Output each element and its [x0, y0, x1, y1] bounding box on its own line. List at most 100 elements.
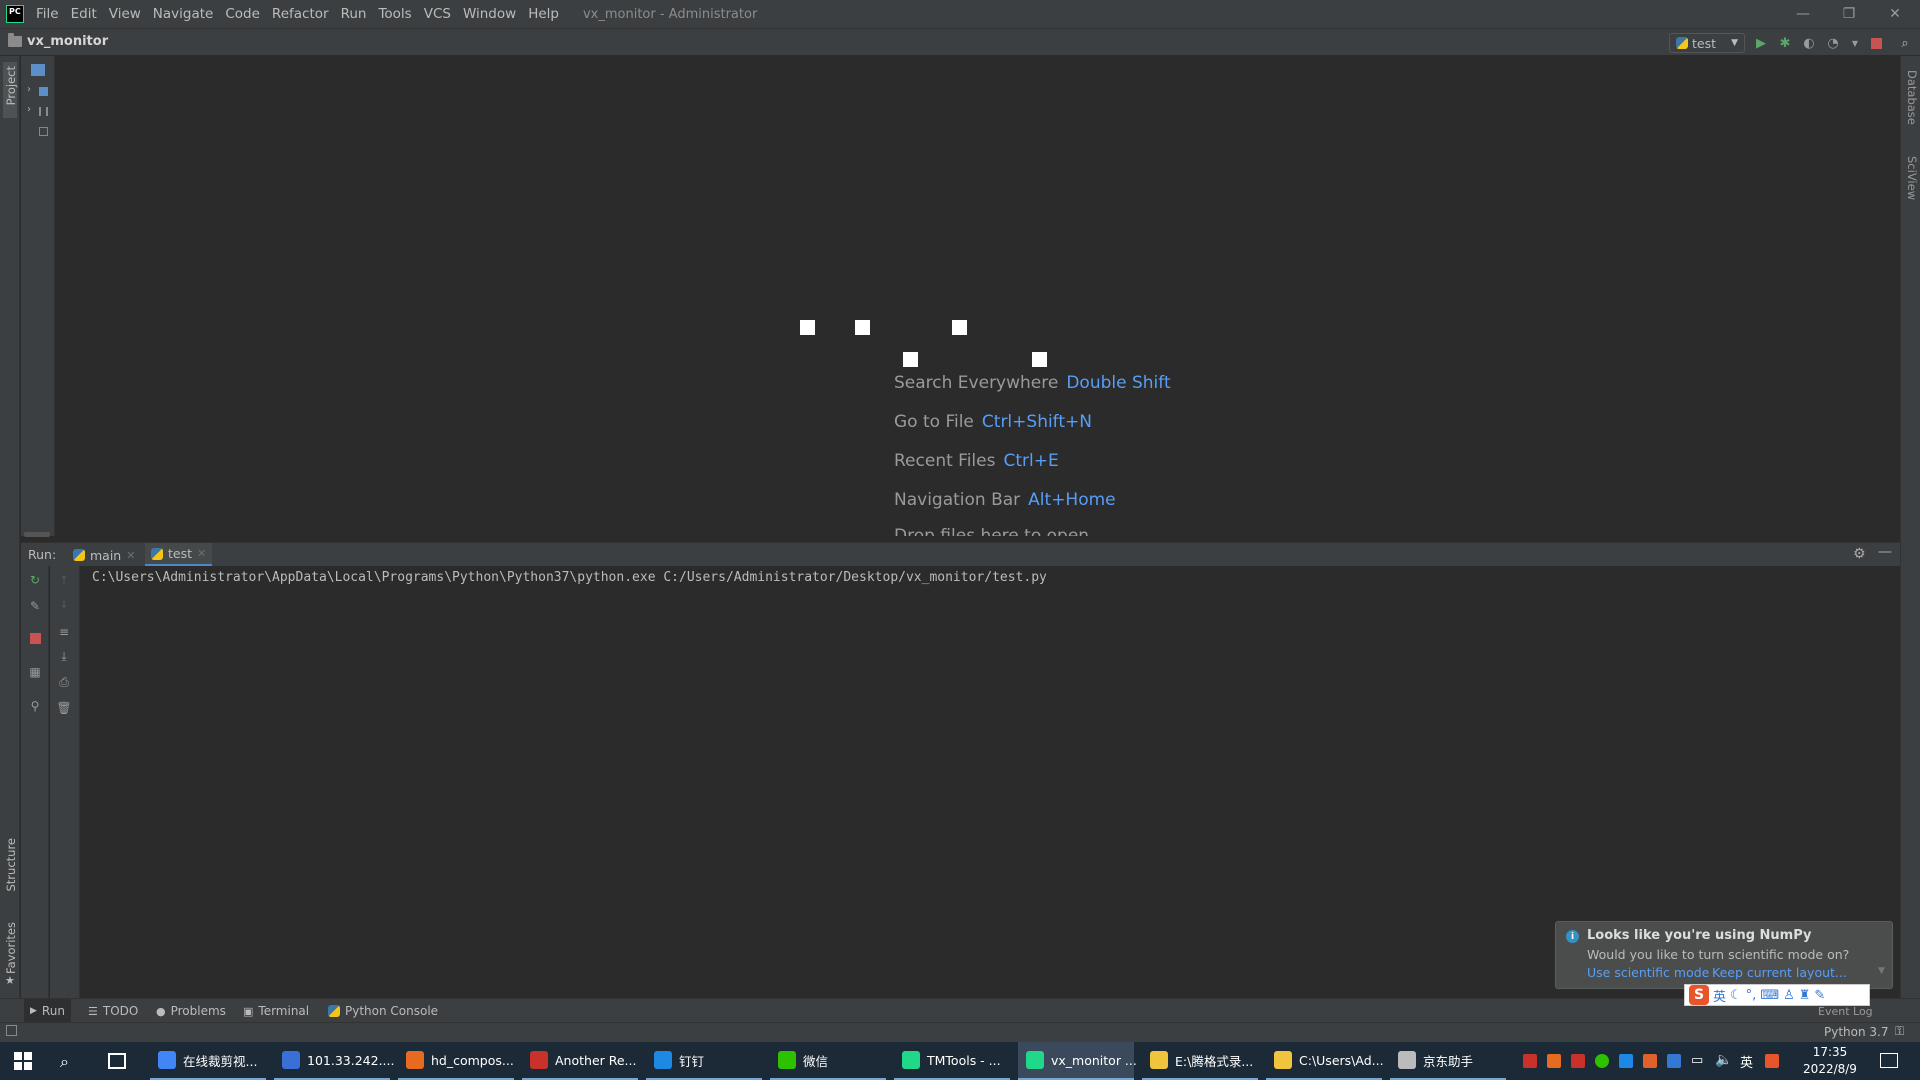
- taskbar-app-button[interactable]: hd_compos...: [398, 1042, 514, 1080]
- dingtalk-tray-icon[interactable]: [1619, 1054, 1633, 1068]
- menu-code[interactable]: Code: [219, 0, 266, 28]
- taskbar-app-button[interactable]: Another Re...: [522, 1042, 638, 1080]
- search-icon[interactable]: ⌕: [1897, 35, 1913, 51]
- tray-app-icon[interactable]: [1571, 1054, 1585, 1068]
- database-tool-label[interactable]: Database: [1905, 70, 1919, 125]
- more-run-options-icon[interactable]: ▼: [1847, 35, 1863, 51]
- structure-tool-label[interactable]: Structure: [4, 838, 18, 892]
- pin-icon[interactable]: ⚲: [27, 698, 43, 714]
- start-button[interactable]: [0, 1042, 46, 1080]
- scrollbar[interactable]: [24, 532, 50, 537]
- taskbar-app-button[interactable]: 京东助手: [1390, 1042, 1506, 1080]
- menu-view[interactable]: View: [103, 0, 147, 28]
- project-tool-label[interactable]: Project: [4, 66, 18, 105]
- expand-arrow-icon[interactable]: ›: [27, 104, 31, 115]
- taskbar-app-button[interactable]: E:\腾格式录...: [1142, 1042, 1258, 1080]
- debug-icon[interactable]: ✱: [1777, 35, 1793, 51]
- keyboard-icon[interactable]: ⌨: [1760, 988, 1779, 1003]
- shield-icon[interactable]: [1667, 1054, 1681, 1068]
- rerun-icon[interactable]: ↻: [27, 572, 43, 588]
- taskbar-app-button[interactable]: 在线裁剪视...: [150, 1042, 266, 1080]
- gear-icon[interactable]: ⚙: [1853, 546, 1866, 562]
- close-icon[interactable]: ✕: [1872, 0, 1918, 28]
- search-icon[interactable]: ⌕: [60, 1052, 69, 1072]
- taskbar-app-button[interactable]: 钉钉: [646, 1042, 762, 1080]
- run-icon[interactable]: ▶: [1753, 35, 1769, 51]
- favorites-tool-label[interactable]: Favorites: [4, 922, 18, 974]
- toggle-tool-windows-icon[interactable]: [6, 1025, 17, 1036]
- tool-problems[interactable]: ● Problems: [150, 999, 232, 1023]
- profile-icon[interactable]: ◔: [1825, 35, 1841, 51]
- volume-icon[interactable]: 🔈: [1715, 1052, 1732, 1068]
- folder-icon: [39, 87, 48, 96]
- lock-icon[interactable]: ⚿: [1895, 1024, 1904, 1039]
- sogou-ime-icon[interactable]: S: [1689, 985, 1709, 1005]
- restore-icon[interactable]: ❐: [1826, 0, 1872, 28]
- punctuation-icon[interactable]: °,: [1746, 988, 1757, 1003]
- taskbar-app-button[interactable]: TMTools - ...: [894, 1042, 1010, 1080]
- menu-refactor[interactable]: Refactor: [266, 0, 335, 28]
- system-clock[interactable]: 17:35 2022/8/9: [1800, 1044, 1860, 1078]
- breadcrumb[interactable]: vx_monitor: [8, 33, 108, 49]
- menu-edit[interactable]: Edit: [65, 0, 103, 28]
- up-arrow-icon[interactable]: ↑: [56, 572, 72, 588]
- editor-area[interactable]: Search Everywhere Double Shift Go to File…: [56, 56, 1900, 536]
- project-view-icon[interactable]: [31, 64, 45, 76]
- wechat-tray-icon[interactable]: [1595, 1054, 1609, 1068]
- soft-wrap-icon[interactable]: ≡: [56, 624, 72, 640]
- taskbar-app-label: TMTools - ...: [927, 1052, 1001, 1068]
- hide-panel-icon[interactable]: —: [1878, 544, 1892, 560]
- tool-run[interactable]: ▶ Run: [24, 999, 71, 1023]
- user-icon[interactable]: ♙: [1783, 988, 1795, 1003]
- taskbar-app-button[interactable]: C:\Users\Ad...: [1266, 1042, 1384, 1080]
- notifications-icon[interactable]: [1880, 1053, 1898, 1068]
- layout-icon[interactable]: ▦: [27, 664, 43, 680]
- use-scientific-mode-link[interactable]: Use scientific mode: [1587, 965, 1709, 980]
- print-icon[interactable]: ⎙: [56, 674, 72, 690]
- tool-python-console[interactable]: Python Console: [322, 999, 444, 1023]
- expand-arrow-icon[interactable]: ›: [27, 84, 31, 95]
- network-icon[interactable]: ▭: [1691, 1053, 1703, 1068]
- menu-help[interactable]: Help: [522, 0, 565, 28]
- down-arrow-icon[interactable]: ↓: [56, 596, 72, 612]
- taskbar-app-label: Another Re...: [555, 1052, 637, 1068]
- tool-terminal[interactable]: ▣ Terminal: [237, 999, 315, 1023]
- menu-navigate[interactable]: Navigate: [147, 0, 220, 28]
- taskbar-app-button[interactable]: vx_monitor ...: [1018, 1042, 1137, 1080]
- coverage-icon[interactable]: ◐: [1801, 35, 1817, 51]
- task-view-icon[interactable]: [108, 1053, 126, 1069]
- run-tab-test[interactable]: test ✕: [145, 543, 213, 567]
- tray-app-icon[interactable]: [1547, 1054, 1561, 1068]
- keep-current-layout-link[interactable]: Keep current layout...: [1712, 965, 1847, 980]
- tray-app-icon[interactable]: [1643, 1054, 1657, 1068]
- ime-toolbar[interactable]: S 英 ☾ °, ⌨ ♙ ♜ ✎: [1684, 984, 1870, 1006]
- close-icon[interactable]: ✕: [197, 547, 206, 560]
- run-tab-main[interactable]: main ✕: [67, 543, 141, 567]
- menu-file[interactable]: File: [30, 0, 65, 28]
- menu-window[interactable]: Window: [457, 0, 522, 28]
- sogou-tray-icon[interactable]: [1765, 1054, 1779, 1068]
- taskbar-app-button[interactable]: 微信: [770, 1042, 886, 1080]
- scroll-to-end-icon[interactable]: ⤓: [56, 648, 72, 664]
- stop-icon[interactable]: [27, 630, 43, 646]
- menu-tools[interactable]: Tools: [372, 0, 417, 28]
- moon-icon[interactable]: ☾: [1730, 988, 1742, 1003]
- trash-icon[interactable]: 🗑: [56, 700, 72, 716]
- taskbar-app-button[interactable]: 101.33.242....: [274, 1042, 394, 1080]
- input-language-indicator[interactable]: 英: [1740, 1052, 1753, 1071]
- ime-language-mode[interactable]: 英: [1713, 986, 1726, 1005]
- minimize-icon[interactable]: —: [1780, 0, 1826, 28]
- wps-icon[interactable]: [1523, 1054, 1537, 1068]
- menu-run[interactable]: Run: [335, 0, 373, 28]
- sciview-tool-label[interactable]: SciView: [1905, 156, 1919, 200]
- run-config-selector[interactable]: test ▼: [1669, 33, 1745, 53]
- interpreter-indicator[interactable]: Python 3.7: [1824, 1025, 1889, 1039]
- wrench-icon[interactable]: ✎: [27, 598, 43, 614]
- chevron-down-icon[interactable]: ▼: [1878, 966, 1885, 976]
- close-icon[interactable]: ✕: [126, 549, 135, 562]
- stop-icon[interactable]: [1868, 35, 1884, 51]
- tool-todo[interactable]: ☰ TODO: [82, 999, 144, 1023]
- menu-vcs[interactable]: VCS: [418, 0, 457, 28]
- wrench-icon[interactable]: ✎: [1814, 988, 1825, 1003]
- shirt-icon[interactable]: ♜: [1799, 988, 1811, 1003]
